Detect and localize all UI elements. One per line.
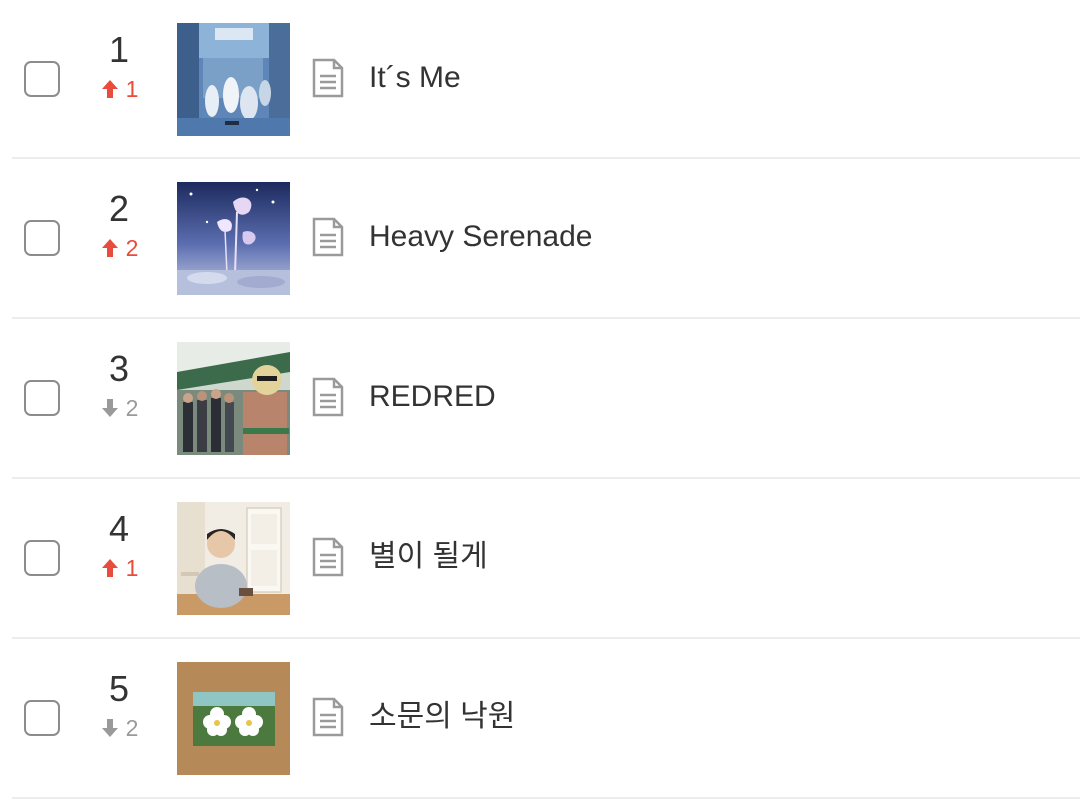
- select-checkbox[interactable]: [24, 540, 60, 576]
- rank-block: 3 2: [84, 349, 154, 424]
- rank-change: 1: [100, 76, 139, 102]
- album-art[interactable]: [177, 662, 290, 775]
- rank-change: 2: [100, 715, 139, 741]
- rank-change: 2: [100, 395, 139, 421]
- document-icon[interactable]: [310, 697, 346, 737]
- album-art[interactable]: [177, 23, 290, 136]
- rank-block: 1 1: [84, 30, 154, 105]
- rank-block: 4 1: [84, 509, 154, 584]
- rank-change: 2: [100, 235, 139, 261]
- rank-change-value: 1: [125, 76, 139, 102]
- album-cover-image: [177, 662, 290, 775]
- rank-number: 5: [108, 668, 130, 709]
- song-chart-list: 1 1 It´s Me 2 2 Heavy Serenade 3 2 REDRE…: [0, 0, 1080, 801]
- album-art[interactable]: [177, 502, 290, 615]
- document-icon[interactable]: [310, 537, 346, 577]
- rank-number: 3: [108, 348, 130, 389]
- arrow-up-icon: [101, 559, 118, 577]
- chart-row: 4 1 별이 될게: [12, 479, 1080, 639]
- album-cover-image: [177, 23, 290, 136]
- rank-number: 2: [108, 188, 130, 229]
- rank-change-value: 1: [125, 555, 139, 581]
- arrow-up-icon: [101, 239, 118, 257]
- document-icon[interactable]: [310, 377, 346, 417]
- chart-row: 1 1 It´s Me: [12, 0, 1080, 159]
- song-title[interactable]: 별이 될게: [369, 537, 488, 577]
- chart-row: 3 2 REDRED: [12, 319, 1080, 479]
- rank-change-value: 2: [125, 395, 139, 421]
- rank-number: 4: [108, 508, 130, 549]
- rank-change: 1: [100, 555, 139, 581]
- select-checkbox[interactable]: [24, 220, 60, 256]
- rank-change-value: 2: [125, 715, 139, 741]
- album-cover-image: [177, 342, 290, 455]
- arrow-down-icon: [101, 399, 118, 417]
- song-title[interactable]: It´s Me: [369, 58, 461, 98]
- document-icon[interactable]: [310, 217, 346, 257]
- select-checkbox[interactable]: [24, 61, 60, 97]
- select-checkbox[interactable]: [24, 700, 60, 736]
- song-title[interactable]: 소문의 낙원: [369, 697, 515, 737]
- song-title[interactable]: REDRED: [369, 377, 496, 417]
- album-cover-image: [177, 502, 290, 615]
- arrow-down-icon: [101, 719, 118, 737]
- chart-row: 5 2 소문의 낙원: [12, 639, 1080, 799]
- album-cover-image: [177, 182, 290, 295]
- rank-number: 1: [108, 29, 130, 70]
- select-checkbox[interactable]: [24, 380, 60, 416]
- album-art[interactable]: [177, 182, 290, 295]
- arrow-up-icon: [101, 80, 118, 98]
- song-title[interactable]: Heavy Serenade: [369, 217, 592, 257]
- document-icon[interactable]: [310, 58, 346, 98]
- rank-block: 2 2: [84, 189, 154, 264]
- rank-change-value: 2: [125, 235, 139, 261]
- chart-row: 2 2 Heavy Serenade: [12, 159, 1080, 319]
- rank-block: 5 2: [84, 669, 154, 744]
- album-art[interactable]: [177, 342, 290, 455]
